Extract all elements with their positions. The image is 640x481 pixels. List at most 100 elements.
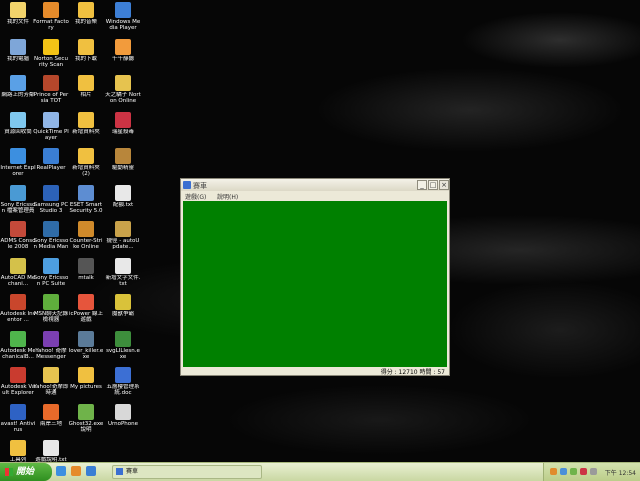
app-icon — [116, 468, 123, 475]
desktop-icon-image — [43, 75, 59, 91]
desktop-icon[interactable]: 遊戲說明.txt — [33, 440, 69, 463]
desktop-icon[interactable]: Prince of Persia TOT — [33, 75, 69, 104]
desktop-icon[interactable]: lover_killer.exe — [68, 330, 104, 360]
desktop-icon-label: 我的音樂 — [74, 19, 97, 25]
desktop-icon-image — [43, 221, 59, 237]
game-window[interactable]: 賽車 _ □ × 遊戲(G) 說明(H) 得分 : 12710 時間 : 57 — [180, 178, 450, 376]
desktop-icon[interactable]: 網路上的芳鄰 — [0, 75, 36, 98]
desktop-icon[interactable]: icPower 線上遊戲 — [68, 294, 104, 323]
desktop-icon[interactable]: QuickTime Player — [33, 111, 69, 141]
minimize-button[interactable]: _ — [417, 180, 427, 190]
desktop-icon[interactable]: Counter-Strike Online — [68, 221, 104, 250]
desktop-icon-image — [115, 221, 131, 237]
desktop-icon[interactable]: Ghost32.exe 說明 — [68, 403, 104, 433]
desktop-icon[interactable]: 瑞星殺毒 — [105, 111, 141, 135]
desktop-icon-label: 驅動精靈 — [111, 165, 134, 171]
desktop-icon[interactable]: Autodesk MechanicalB... — [0, 330, 36, 360]
desktop-icon-label: Sony Ericsson 檔案管理員 — [0, 201, 36, 214]
desktop-icon[interactable]: svgLILIesn.exe — [105, 330, 141, 360]
desktop-icon[interactable]: Samsung PC Studio 3 — [33, 184, 69, 214]
desktop-icon[interactable]: 我的文件 — [0, 2, 36, 25]
desktop-icon[interactable]: avast! Antivirus — [0, 403, 36, 433]
security-icon[interactable] — [580, 468, 587, 475]
desktop-icon-label: 配額.txt — [112, 201, 134, 208]
desktop-icon[interactable]: AutoCAD Mechani... — [0, 257, 36, 287]
desktop-icon[interactable]: MSN聊天記錄檢視器 — [33, 294, 69, 323]
desktop-icon-image — [78, 75, 94, 91]
desktop-icon[interactable]: 五層樓管理系統.doc — [105, 367, 141, 396]
internet-explorer-icon[interactable] — [56, 466, 66, 476]
desktop-icon[interactable]: 新增文字文件.txt — [105, 257, 141, 287]
maximize-button[interactable]: □ — [428, 180, 438, 190]
desktop-icon-label: Ghost32.exe 說明 — [68, 420, 104, 433]
desktop-icon[interactable]: 新增資料夾 (2) — [68, 148, 104, 177]
desktop-icon-label: 瑞星殺毒 — [111, 128, 134, 135]
desktop-icon[interactable]: 相片 — [68, 75, 104, 98]
desktop-icon[interactable]: 工具列 — [0, 440, 36, 463]
desktop-icon[interactable]: mtalk — [68, 257, 104, 281]
desktop-icon-label: RealPlayer — [36, 165, 66, 171]
antivirus-icon[interactable] — [570, 468, 577, 475]
desktop-icon-label: ESET Smart Security 5.0 — [69, 201, 103, 214]
desktop-icon-image — [43, 257, 59, 274]
desktop-icon[interactable]: Sony Ericsson 檔案管理員 — [0, 184, 36, 214]
desktop-icon-label: Norton Security Scan — [34, 55, 68, 68]
media-icon[interactable] — [70, 466, 81, 476]
desktop-icon-image — [10, 2, 26, 18]
menu-game[interactable]: 遊戲(G) — [185, 192, 206, 201]
desktop-icon-label: Sony Ericsson PC Suite — [33, 274, 69, 287]
desktop-icon[interactable]: My pictures — [68, 367, 104, 390]
tray-app-icon[interactable] — [550, 468, 557, 475]
desktop-icon-image — [78, 2, 94, 18]
desktop-icon-image — [115, 257, 131, 274]
desktop-icon[interactable]: Yahoo! 奇摩 Messenger — [33, 330, 69, 360]
taskbar-active-window[interactable]: 賽車 — [112, 465, 262, 479]
desktop-icon[interactable]: 千千靜聽 — [105, 38, 141, 62]
desktop-icon[interactable]: Autodesk Vault Explorer 2008 — [0, 367, 36, 396]
network-icon[interactable] — [560, 468, 567, 475]
desktop-icon[interactable]: 兩岸三地 — [33, 403, 69, 427]
desktop-icon-label: 新增資料夾 — [72, 128, 100, 135]
desktop-icon[interactable]: 資源回收筒 — [0, 111, 36, 135]
desktop-icon-image — [10, 403, 26, 420]
desktop-icon[interactable]: 新增資料夾 — [68, 111, 104, 135]
desktop-icon[interactable]: 天之驕子 Norton Online — [105, 75, 141, 104]
desktop-icon[interactable]: UrnoPhone — [105, 403, 141, 427]
desktop[interactable]: 我的文件 Format Factory 我的音樂 Windows Media Play… — [0, 0, 640, 463]
desktop-icon[interactable]: Windows Media Player — [105, 2, 141, 31]
desktop-icon[interactable]: Yahoo!奇摩即時通 — [33, 367, 69, 396]
close-button[interactable]: × — [439, 180, 449, 190]
desktop-icon-image — [10, 367, 26, 383]
desktop-icon-label: Internet Explorer — [0, 165, 36, 177]
desktop-icon[interactable]: Autodesk Inventor ... — [0, 294, 36, 323]
desktop-icon-image — [78, 403, 94, 420]
windows-flag-icon — [5, 467, 13, 476]
desktop-icon[interactable]: 魔獸爭霸 — [105, 294, 141, 317]
desktop-icon[interactable]: 我的電腦 — [0, 38, 36, 62]
desktop-icon[interactable]: ADMS Console 2008 — [0, 221, 36, 250]
desktop-icon-image — [10, 75, 26, 91]
desktop-icon-label: 捷徑 - autoUpdate... — [106, 238, 140, 250]
desktop-icon-image — [78, 184, 94, 201]
desktop-icon[interactable]: 配額.txt — [105, 184, 141, 208]
start-button[interactable]: 開始 — [0, 463, 52, 481]
desktop-icon[interactable]: 我的音樂 — [68, 2, 104, 25]
menu-help[interactable]: 說明(H) — [217, 192, 238, 201]
desktop-icon[interactable]: ESET Smart Security 5.0 — [68, 184, 104, 214]
desktop-icon-image — [115, 403, 131, 420]
desktop-icon[interactable]: Sony Ericsson PC Suite — [33, 257, 69, 287]
window-title-bar[interactable]: 賽車 _ □ × — [181, 179, 449, 191]
desktop-icon[interactable]: 我的下載 — [68, 38, 104, 62]
desktop-icon[interactable]: Norton Security Scan — [33, 38, 69, 68]
desktop-icon[interactable]: Format Factory — [33, 2, 69, 31]
volume-icon[interactable] — [590, 468, 597, 475]
desktop-icon[interactable]: Sony Ericsson Media Manag... — [33, 221, 69, 250]
show-desktop-icon[interactable] — [85, 466, 96, 476]
desktop-icon[interactable]: 驅動精靈 — [105, 148, 141, 171]
desktop-icon-label: 新增資料夾 (2) — [72, 165, 100, 177]
desktop-icon[interactable]: RealPlayer — [33, 148, 69, 171]
game-canvas[interactable] — [183, 201, 447, 367]
desktop-icon[interactable]: Internet Explorer — [0, 148, 36, 177]
desktop-icon-image — [10, 294, 26, 310]
desktop-icon[interactable]: 捷徑 - autoUpdate... — [105, 221, 141, 250]
